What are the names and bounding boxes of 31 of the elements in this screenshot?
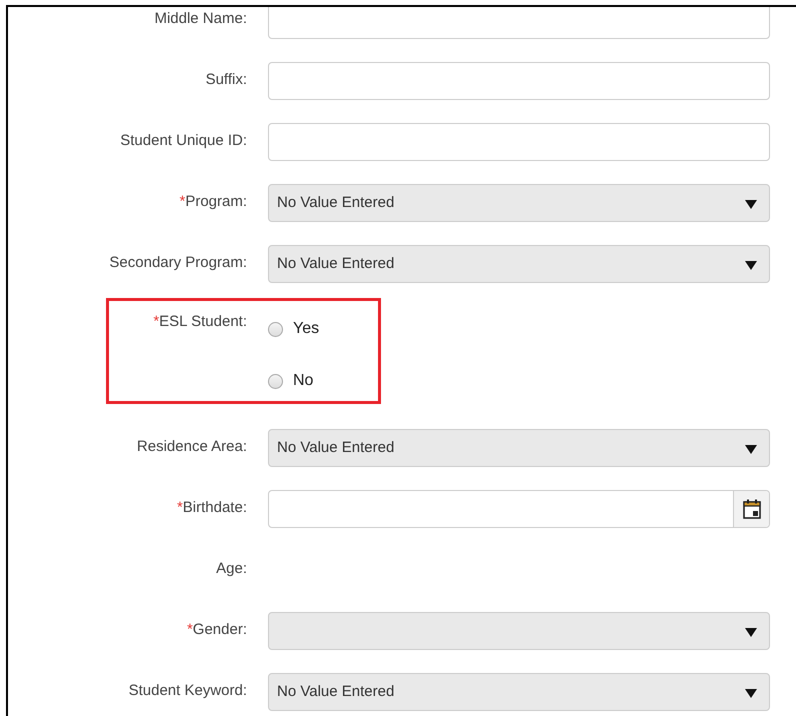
radio-option[interactable]: No (268, 370, 770, 392)
input-field[interactable] (268, 62, 770, 100)
caret-icon (745, 628, 757, 636)
caret-icon (745, 260, 757, 270)
radio-button[interactable] (268, 374, 283, 388)
radio-option[interactable]: Yes (268, 318, 770, 340)
caret-icon (745, 200, 757, 208)
caret-icon (745, 444, 757, 454)
field-label: *ESL Student: (152, 312, 247, 332)
field-label: Student Unique ID: (119, 132, 247, 151)
calendar-icon (742, 499, 760, 519)
radio-button[interactable] (268, 322, 283, 336)
field-label: *Birthdate: (176, 499, 247, 518)
dropdown[interactable] (268, 612, 770, 650)
field-label: *Gender: (186, 621, 247, 640)
field-label: Age: (215, 560, 247, 579)
field-label: Residence Area: (136, 438, 247, 457)
dropdown[interactable]: No Value Entered (268, 429, 770, 467)
field-label: Middle Name: (153, 10, 247, 29)
input-field[interactable] (268, 7, 770, 39)
field-label: Secondary Program: (108, 254, 247, 273)
calendar-button[interactable] (733, 491, 769, 527)
field-label: Student Keyword: (128, 682, 247, 701)
date-field[interactable] (268, 490, 770, 528)
dropdown[interactable]: No Value Entered (268, 184, 770, 222)
caret-icon (745, 688, 757, 698)
field-label: Suffix: (204, 71, 247, 90)
input-field[interactable] (268, 123, 770, 161)
dropdown[interactable]: No Value Entered (268, 245, 770, 283)
dropdown[interactable]: No Value Entered (268, 673, 770, 711)
field-label: *Program: (178, 193, 247, 212)
